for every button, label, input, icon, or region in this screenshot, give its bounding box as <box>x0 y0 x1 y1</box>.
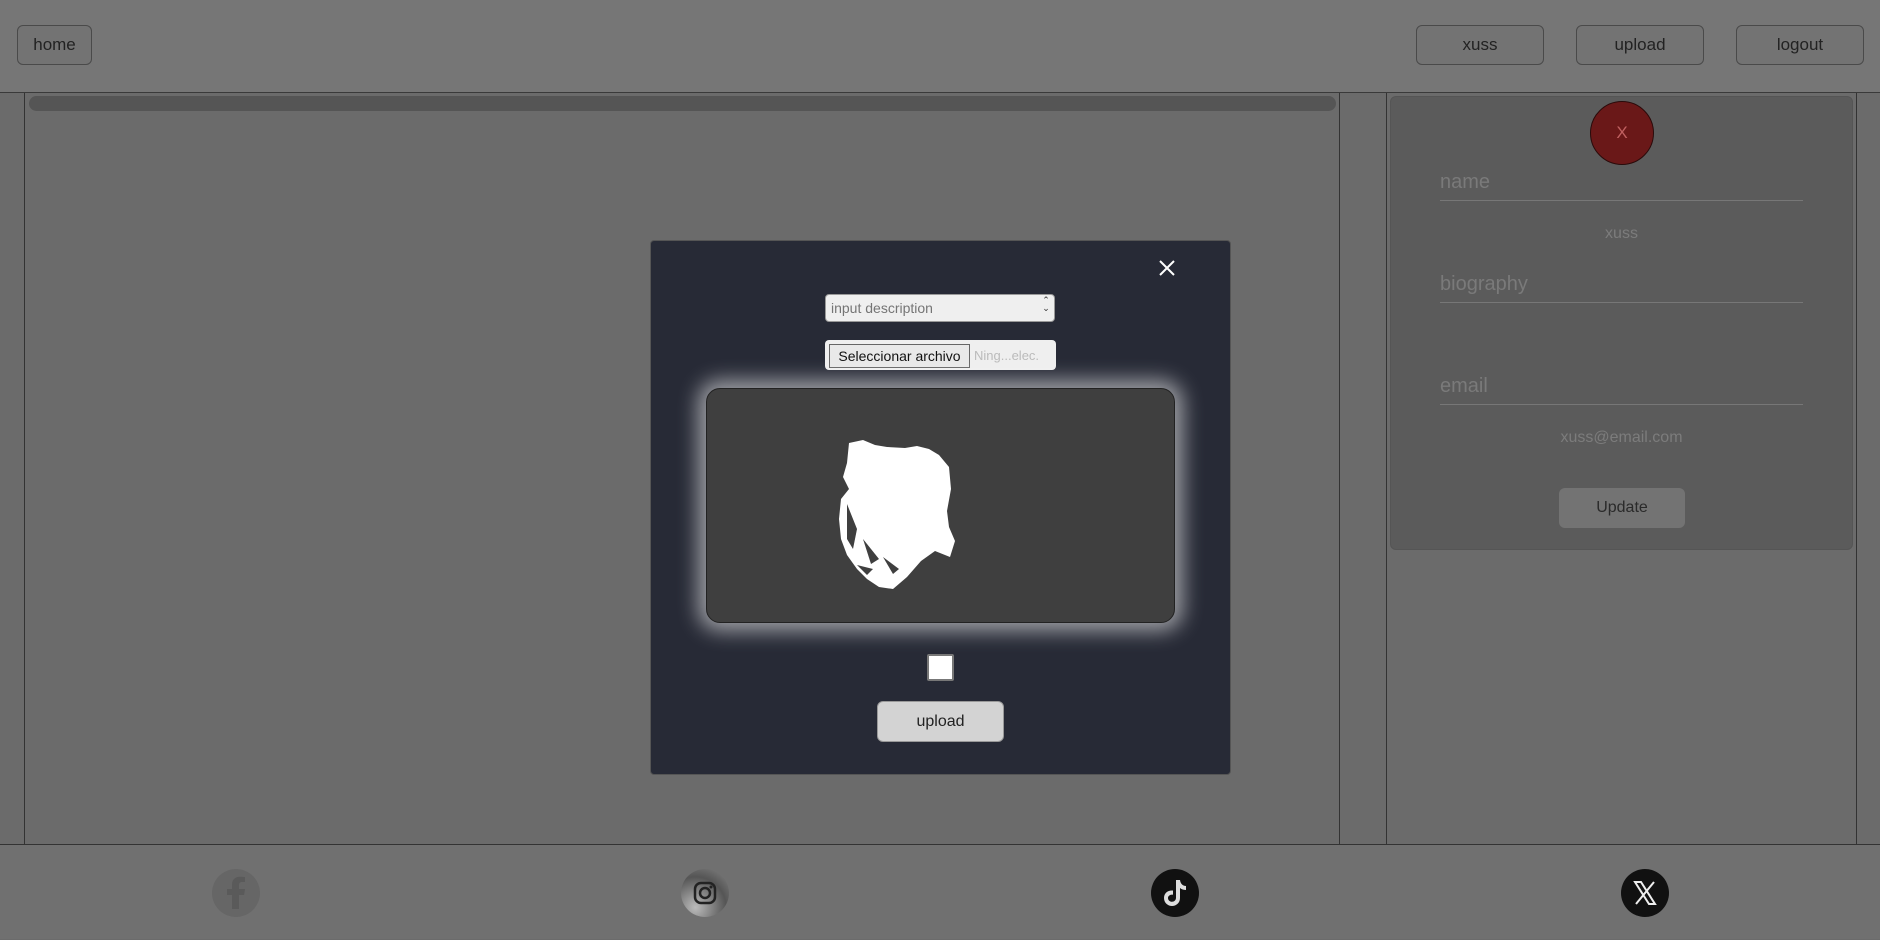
resize-handle-icon[interactable]: ⌃ ⌄ <box>1040 296 1052 320</box>
image-preview <box>706 388 1175 623</box>
choose-file-button[interactable]: Seleccionar archivo <box>829 344 970 368</box>
avatar-initial: X <box>1616 123 1628 142</box>
user-button[interactable]: xuss <box>1416 25 1544 65</box>
name-value: xuss <box>1605 225 1638 242</box>
cannon-image <box>839 440 955 589</box>
file-name-text: Ning...elec. <box>974 348 1040 363</box>
confirm-checkbox[interactable] <box>927 654 954 681</box>
avatar[interactable]: X <box>1590 101 1654 165</box>
upload-nav-button[interactable]: upload <box>1576 25 1704 65</box>
logout-button[interactable]: logout <box>1736 25 1864 65</box>
biography-label: biography <box>1440 273 1528 295</box>
email-value: xuss@email.com <box>1560 429 1683 446</box>
close-icon[interactable] <box>1155 256 1179 280</box>
tiktok-icon[interactable] <box>1151 869 1199 917</box>
name-field[interactable]: name <box>1440 171 1803 201</box>
description-input[interactable] <box>825 294 1055 322</box>
footer <box>0 844 1880 939</box>
update-button[interactable]: Update <box>1559 488 1685 528</box>
horizontal-scrollbar[interactable] <box>29 96 1336 111</box>
biography-field[interactable]: biography <box>1440 273 1803 303</box>
x-icon[interactable] <box>1621 869 1669 917</box>
home-button[interactable]: home <box>17 25 92 65</box>
email-field[interactable]: email <box>1440 375 1803 405</box>
facebook-icon[interactable] <box>212 869 260 917</box>
name-label: name <box>1440 171 1491 193</box>
instagram-icon[interactable] <box>681 869 729 917</box>
upload-button[interactable]: upload <box>877 701 1004 742</box>
email-label: email <box>1440 375 1488 397</box>
